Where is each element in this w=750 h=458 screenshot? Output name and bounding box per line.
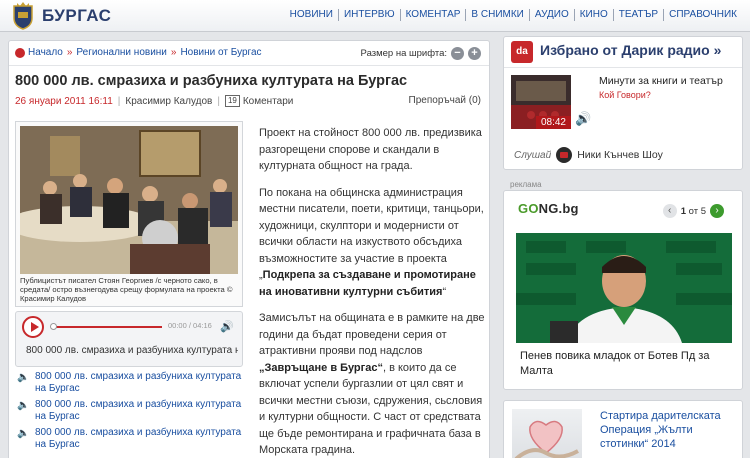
- audio-duration: 08:42: [535, 116, 571, 129]
- nav-comment[interactable]: КОМЕНТАР: [399, 9, 466, 21]
- paragraph: Проект на стойност 800 000 лв. предизвик…: [259, 127, 482, 172]
- breadcrumb-regional[interactable]: Регионални новини: [76, 47, 166, 58]
- charity-link[interactable]: Стартира дарителската Операция „Жълти ст…: [600, 409, 740, 451]
- breadcrumb-separator-icon: »: [170, 47, 177, 58]
- speaker-icon: 🔈: [17, 428, 30, 439]
- burgas-coat-of-arms-icon[interactable]: [12, 2, 34, 30]
- radio-listen-icon[interactable]: [556, 147, 573, 163]
- article-body: Проект на стойност 800 000 лв. предизвик…: [259, 125, 485, 458]
- nav-audio[interactable]: АУДИО: [528, 9, 574, 21]
- prev-button[interactable]: ‹: [662, 204, 677, 218]
- nav-interview[interactable]: ИНТЕРВЮ: [337, 9, 400, 21]
- pager-current: 1: [680, 205, 686, 217]
- gong-ad-box: GONG.bg ‹ 1 от 5 › Пенев повика младок о…: [503, 190, 743, 390]
- speaker-icon[interactable]: 🔊: [575, 111, 591, 127]
- charity-box: Стартира дарителската Операция „Жълти ст…: [503, 400, 743, 458]
- ad-label: реклама: [510, 180, 542, 189]
- home-icon[interactable]: [15, 47, 25, 58]
- breadcrumb-burgas[interactable]: Новини от Бургас: [180, 47, 261, 58]
- player-track-title: 800 000 лв. смразиха и разбуниха култура…: [26, 345, 238, 356]
- progress-track[interactable]: [52, 326, 162, 328]
- meta-divider: |: [217, 95, 220, 107]
- divider: [9, 65, 489, 66]
- site-header: БУРГАС НОВИНИ ИНТЕРВЮ КОМЕНТАР В СНИМКИ …: [0, 0, 750, 32]
- article-date: 26 януари 2011 16:11: [15, 95, 113, 107]
- gong-logo[interactable]: GONG.bg: [518, 201, 579, 216]
- speaker-icon: 🔈: [17, 400, 30, 411]
- recommend-link[interactable]: Препоръчай (0): [409, 95, 481, 106]
- ad-caption[interactable]: Пенев повика младок от Ботев Пд за Малта: [520, 349, 730, 379]
- darik-show-link[interactable]: Ники Кънчев Шоу: [577, 149, 663, 161]
- progress-handle[interactable]: [50, 323, 57, 330]
- related-link[interactable]: 800 000 лв. смразиха и разбуниха култура…: [35, 427, 241, 450]
- list-item[interactable]: 🔈 800 000 лв. смразиха и разбуниха култу…: [15, 427, 243, 451]
- list-item[interactable]: 🔈 800 000 лв. смразиха и разбуниха култу…: [15, 371, 243, 395]
- pager-of: от: [688, 205, 699, 217]
- charity-thumbnail[interactable]: [512, 409, 582, 458]
- photo-box: Публицистът писател Стоян Георгиев /с че…: [15, 121, 243, 307]
- play-button[interactable]: [22, 316, 44, 338]
- listen-label: Слушай: [514, 149, 552, 161]
- speaker-icon: 🔈: [17, 372, 30, 383]
- related-link[interactable]: 800 000 лв. смразиха и разбуниха култура…: [35, 399, 241, 422]
- nav-cinema[interactable]: КИНО: [573, 9, 613, 21]
- listen-row: Слушай Ники Кънчев Шоу: [514, 147, 663, 163]
- meta-divider: |: [117, 95, 121, 107]
- font-size-label: Размер на шрифта:: [360, 48, 447, 59]
- article-title: 800 000 лв. смразиха и разбуниха култура…: [15, 73, 408, 89]
- font-decrease-button[interactable]: −: [451, 47, 464, 60]
- breadcrumb-home[interactable]: Начало: [28, 47, 63, 58]
- divider: [504, 67, 742, 68]
- main-nav: НОВИНИ ИНТЕРВЮ КОМЕНТАР В СНИМКИ АУДИО К…: [285, 9, 742, 21]
- audio-player: 00:00 / 04:16 🔊 800 000 лв. смразиха и р…: [15, 311, 243, 367]
- darik-thumbnail[interactable]: 08:42: [511, 75, 571, 129]
- ad-pager: ‹ 1 от 5 ›: [659, 204, 728, 218]
- comments-link[interactable]: Коментари: [243, 96, 294, 107]
- next-button[interactable]: ›: [710, 204, 724, 218]
- article-author[interactable]: Красимир Калудов: [125, 96, 212, 107]
- font-size-control: Размер на шрифта: − +: [361, 47, 481, 60]
- hand-heart-icon: [514, 420, 579, 458]
- pager-total: 5: [700, 205, 706, 217]
- photo-caption: Публицистът писател Стоян Георгиев /с че…: [20, 276, 233, 303]
- paragraph: Замисълът на общината е в рамките на две…: [259, 312, 485, 456]
- volume-icon[interactable]: 🔊: [220, 320, 234, 333]
- ad-photo[interactable]: [516, 233, 732, 343]
- article-panel: Начало » Регионални новини » Новини от Б…: [8, 40, 490, 458]
- breadcrumb: Начало » Регионални новини » Новини от Б…: [15, 47, 262, 58]
- breadcrumb-separator-icon: »: [66, 47, 73, 58]
- list-item[interactable]: 🔈 800 000 лв. смразиха и разбуниха култу…: [15, 399, 243, 423]
- darik-story-author[interactable]: Кой Говори?: [599, 90, 651, 100]
- article-meta: 26 януари 2011 16:11 | Красимир Калудов …: [15, 95, 293, 107]
- darik-logo-icon[interactable]: da: [511, 41, 533, 63]
- football-coach-photo-illustration: [516, 233, 732, 343]
- font-increase-button[interactable]: +: [468, 47, 481, 60]
- nav-photos[interactable]: В СНИМКИ: [465, 9, 528, 21]
- slogan: „Завръщане в Бургас“: [259, 361, 383, 374]
- nav-news[interactable]: НОВИНИ: [285, 9, 338, 21]
- darik-title[interactable]: Избрано от Дарик радио »: [540, 42, 721, 58]
- paragraph: По покана на общинска администрация мест…: [259, 186, 484, 298]
- darik-story-link[interactable]: Минути за книги и театър: [599, 75, 723, 87]
- nav-theatre[interactable]: ТЕАТЪР: [612, 9, 663, 21]
- related-link[interactable]: 800 000 лв. смразиха и разбуниха култура…: [35, 371, 241, 394]
- article-photo[interactable]: [20, 126, 238, 274]
- player-time: 00:00 / 04:16: [168, 321, 212, 330]
- darik-radio-box: da Избрано от Дарик радио » 08:42 🔊 Мину…: [503, 36, 743, 170]
- meeting-photo-illustration: [20, 126, 238, 274]
- site-title[interactable]: БУРГАС: [42, 6, 111, 26]
- nav-directory[interactable]: СПРАВОЧНИК: [663, 9, 742, 21]
- related-audio-list: 🔈 800 000 лв. смразиха и разбуниха култу…: [15, 371, 243, 455]
- comments-icon[interactable]: 19: [224, 95, 240, 107]
